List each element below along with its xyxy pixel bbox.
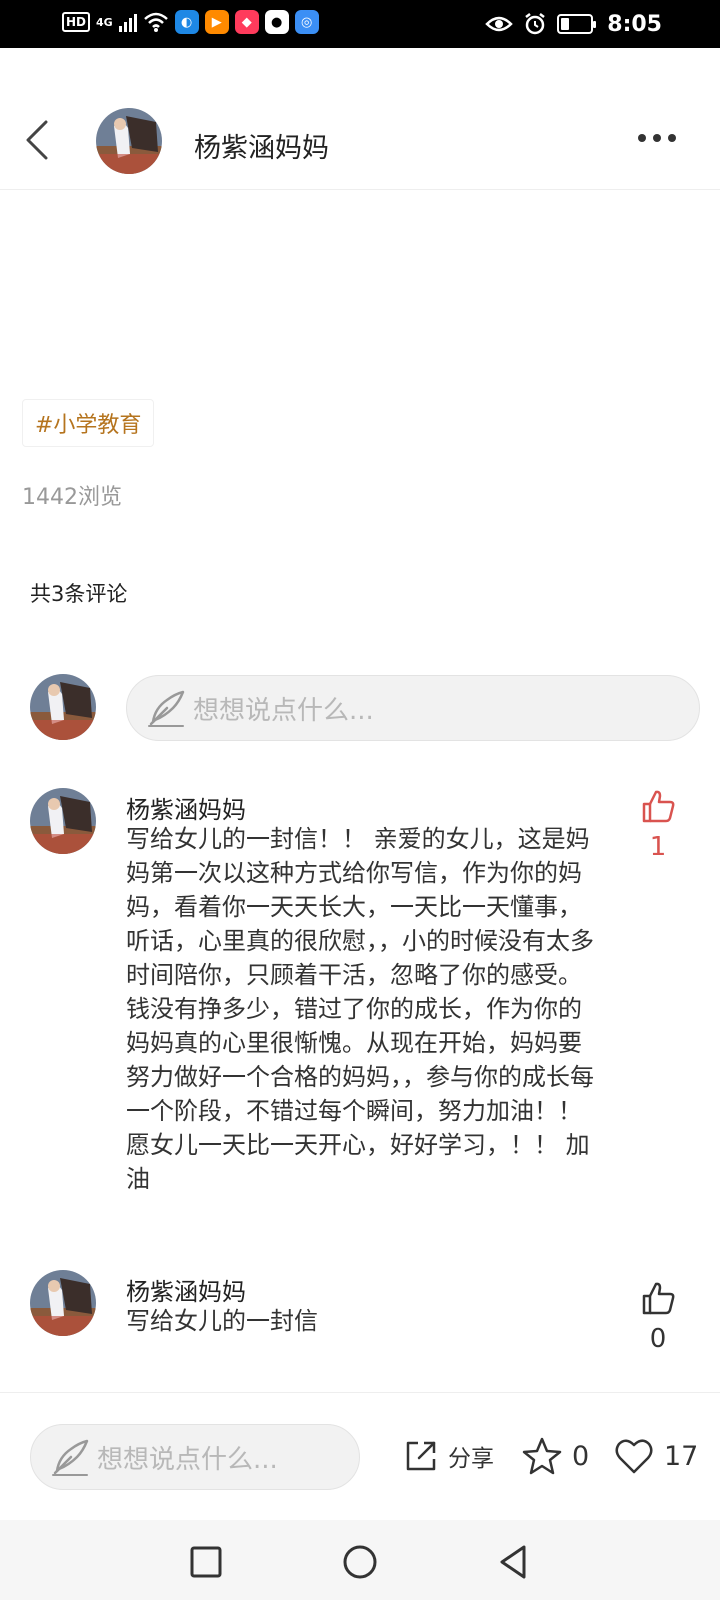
back-button[interactable] — [22, 118, 52, 162]
bottom-input-placeholder: 想想说点什么... — [97, 1444, 278, 1475]
alarm-icon — [525, 13, 546, 35]
divider — [0, 1392, 720, 1393]
more-options-button[interactable] — [638, 134, 676, 142]
clock: 8:05 — [607, 11, 662, 37]
comment-input-placeholder: 想想说点什么... — [193, 695, 374, 726]
topic-tag[interactable]: #小学教育 — [22, 399, 155, 447]
commenter-avatar[interactable] — [30, 788, 96, 854]
eye-icon — [485, 16, 514, 32]
wifi-icon — [143, 12, 168, 32]
signal-icon — [118, 12, 137, 32]
star-icon — [522, 1437, 562, 1475]
thumbs-up-icon — [642, 790, 675, 823]
browser-icon: ◎ — [294, 10, 319, 34]
current-user-avatar — [30, 674, 96, 740]
comment-like-count: 0 — [649, 1324, 667, 1354]
comment-text: 写给女儿的一封信！！ 亲爱的女儿，这是妈妈第一次以这种方式给你写信，作为你的妈妈… — [126, 825, 594, 1193]
video-app-icon: ▶ — [204, 10, 229, 34]
favorite-count: 0 — [572, 1440, 590, 1472]
app-notification-icon: ◆ — [234, 10, 259, 34]
dot-icon — [668, 134, 676, 142]
comment-like-button[interactable]: 0 — [636, 1280, 680, 1354]
commenter-avatar[interactable] — [30, 1270, 96, 1336]
status-left: HD 4G ◐ ▶ ◆ ● ◎ — [62, 10, 319, 34]
thumbs-up-icon — [642, 1282, 675, 1315]
comment-text: 写给女儿的一封信 — [126, 1307, 318, 1335]
share-label: 分享 — [448, 1446, 494, 1472]
dot-icon — [653, 134, 661, 142]
quill-icon — [52, 1439, 89, 1476]
view-count: 1442浏览 — [22, 485, 122, 510]
back-nav-button[interactable] — [494, 1542, 534, 1582]
bottom-comment-input[interactable]: 想想说点什么... — [30, 1424, 360, 1490]
comment-count: 共3条评论 — [30, 582, 128, 606]
comment-like-button[interactable]: 1 — [636, 788, 680, 862]
heart-icon — [615, 1439, 653, 1474]
battery-icon — [557, 14, 597, 34]
comment-like-count: 1 — [649, 832, 667, 862]
like-count: 17 — [664, 1440, 699, 1472]
home-button[interactable] — [340, 1542, 380, 1582]
quill-icon — [148, 690, 185, 727]
app-notification-icon: ● — [264, 10, 289, 34]
comment-author: 杨紫涵妈妈 — [126, 1278, 246, 1306]
page-title: 杨紫涵妈妈 — [194, 133, 329, 164]
favorite-button[interactable]: 0 — [522, 1434, 589, 1478]
comment-author: 杨紫涵妈妈 — [126, 796, 246, 824]
network-type: 4G — [96, 15, 113, 29]
dot-icon — [638, 134, 646, 142]
top-header: 杨紫涵妈妈 — [0, 48, 720, 190]
recent-apps-button[interactable] — [186, 1542, 226, 1582]
author-avatar[interactable] — [96, 108, 162, 174]
system-navigation-bar — [0, 1520, 720, 1600]
hd-indicator: HD — [62, 12, 91, 32]
share-icon — [406, 1441, 436, 1471]
app-notification-icon: ◐ — [174, 10, 199, 34]
share-button[interactable]: 分享 — [404, 1434, 494, 1478]
status-bar: HD 4G ◐ ▶ ◆ ● ◎ 8:05 — [0, 0, 720, 48]
status-right: 8:05 — [485, 8, 720, 40]
like-button[interactable]: 17 — [614, 1434, 698, 1478]
comment-input[interactable]: 想想说点什么... — [126, 675, 700, 741]
